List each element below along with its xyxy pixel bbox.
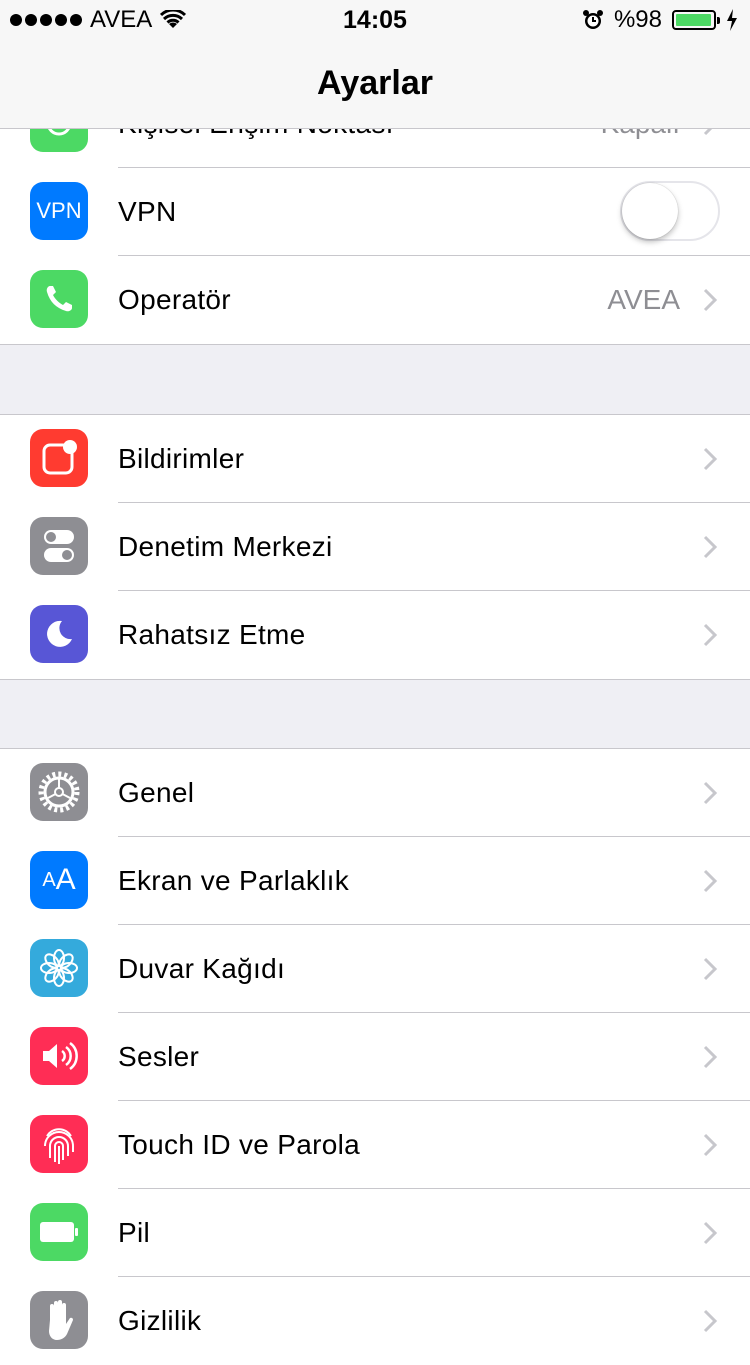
chevron-right-icon [703,781,718,805]
battery-percent: %98 [613,6,662,33]
battery-icon [30,1203,88,1261]
chevron-right-icon [703,447,718,471]
settings-row-battery[interactable]: Pil [0,1189,750,1277]
notifications-icon [30,429,88,487]
settings-row-label: Sesler [118,1041,200,1072]
alarm-icon [582,10,603,29]
settings-row-display[interactable]: AA Ekran ve Parlaklık [0,837,750,925]
top-bar: AVEA 14:05 %98 Ayarlar [0,0,750,129]
settings-group-general: Genel AA Ekran ve Parlaklık Duvar Kağıdı [0,748,750,1365]
settings-row-wallpaper[interactable]: Duvar Kağıdı [0,925,750,1013]
settings-row-sounds[interactable]: Sesler [0,1013,750,1101]
status-right: %98 [582,6,738,34]
chevron-right-icon [703,623,718,647]
sound-icon [30,1027,88,1085]
settings-row-label: Duvar Kağıdı [118,953,286,984]
display-icon-text: A [42,868,56,891]
moon-icon [30,605,88,663]
chevron-right-icon [703,535,718,559]
settings-row-label: Denetim Merkezi [118,531,333,562]
chevron-right-icon [703,1133,718,1157]
page-title: Ayarlar [317,64,433,102]
settings-row-do-not-disturb[interactable]: Rahatsız Etme [0,591,750,679]
settings-row-label: Genel [118,777,195,808]
settings-group-notifications: Bildirimler Denetim Merkezi Rahatsız Etm… [0,414,750,680]
chevron-right-icon [703,957,718,981]
settings-row-label: Ekran ve Parlaklık [118,865,350,896]
display-icon: AA [30,851,88,909]
vpn-toggle[interactable] [620,181,720,241]
battery-fill [676,14,712,26]
settings-row-label: Bildirimler [118,443,245,474]
settings-row-label: Operatör [118,284,231,315]
chevron-right-icon [703,288,718,312]
settings-row-vpn[interactable]: VPN VPN [0,168,750,256]
settings-row-label: VPN [118,196,177,227]
chevron-right-icon [703,1045,718,1069]
settings-row-label: Touch ID ve Parola [118,1129,360,1160]
settings-row-control-center[interactable]: Denetim Merkezi [0,503,750,591]
battery-icon [672,10,720,30]
toggle-knob [622,183,678,239]
vpn-icon: VPN [30,182,88,240]
chevron-right-icon [703,1309,718,1333]
settings-row-value: AVEA [607,284,680,315]
settings-row-touch-id[interactable]: Touch ID ve Parola [0,1101,750,1189]
hand-icon [30,1291,88,1349]
settings-row-operator[interactable]: Operatör AVEA [0,256,750,344]
gear-icon [30,763,88,821]
control-center-icon [30,517,88,575]
settings-row-label: Pil [118,1217,151,1248]
chevron-right-icon [703,1221,718,1245]
settings-row-label: Gizlilik [118,1305,202,1336]
phone-icon [30,270,88,328]
settings-row-privacy[interactable]: Gizlilik [0,1277,750,1365]
vpn-icon-text: VPN [36,198,82,223]
wallpaper-icon [30,939,88,997]
charging-icon [727,9,737,31]
settings-row-notifications[interactable]: Bildirimler [0,415,750,503]
settings-row-general[interactable]: Genel [0,749,750,837]
chevron-right-icon [703,869,718,893]
status-bar: AVEA 14:05 %98 [0,0,750,40]
fingerprint-icon [30,1115,88,1173]
settings-row-label: Rahatsız Etme [118,619,306,650]
